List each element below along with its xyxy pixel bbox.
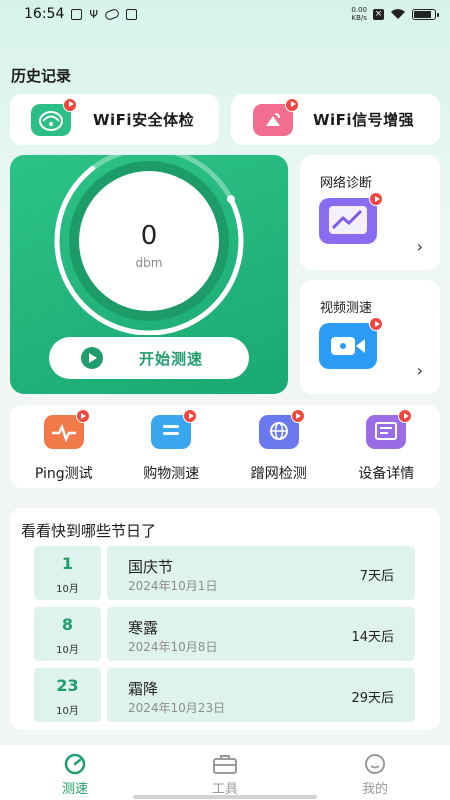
gauge-dot xyxy=(226,195,235,204)
gauge-value: 0 xyxy=(140,221,158,251)
holiday-date-box: 8 10月 xyxy=(34,607,101,661)
holiday-month: 10月 xyxy=(56,645,79,656)
tool-label: 设备详情 xyxy=(358,466,415,482)
holiday-info-box: 国庆节 2024年10月1日 7天后 xyxy=(107,546,415,600)
device-info-icon xyxy=(366,409,413,449)
video-camera-icon xyxy=(319,317,383,369)
holiday-month: 10月 xyxy=(56,584,79,595)
home-indicator xyxy=(133,795,317,799)
network-speed: 0.00 KB/s xyxy=(351,6,367,22)
chevron-right-icon: › xyxy=(416,237,423,256)
nav-label: 测速 xyxy=(61,782,88,797)
network-speed-value: 0.00 xyxy=(351,6,367,14)
play-badge-icon xyxy=(369,317,383,331)
nav-tab-tools[interactable]: 工具 xyxy=(150,745,300,800)
holiday-date-box: 1 10月 xyxy=(34,546,101,600)
chevron-right-icon: › xyxy=(416,361,423,380)
play-icon xyxy=(81,347,103,369)
gauge-unit: dbm xyxy=(135,256,163,270)
holiday-info-box: 霜降 2024年10月23日 29天后 xyxy=(107,668,415,722)
holiday-day: 1 xyxy=(61,554,74,573)
tool-wifi-leech-detect[interactable]: 蹭网检测 xyxy=(225,405,333,488)
history-title: 历史记录 xyxy=(11,67,72,85)
usb-icon: Ψ xyxy=(89,7,99,21)
shield-globe-icon xyxy=(258,409,305,449)
network-speed-unit: KB/s xyxy=(351,14,367,22)
holiday-date: 2024年10月8日 xyxy=(128,640,218,654)
network-diagnosis-title: 网络诊断 xyxy=(320,176,373,191)
play-badge-icon xyxy=(183,409,198,423)
signal-boost-icon xyxy=(253,97,299,136)
tool-label: Ping测试 xyxy=(34,466,93,482)
battery-icon xyxy=(412,8,439,20)
network-diagnosis-card[interactable]: 网络诊断 › xyxy=(300,155,440,270)
video-camera-icon-glyph xyxy=(331,337,365,355)
status-bar: 16:54 Ψ 0.00 KB/s × xyxy=(0,0,450,28)
mail-icon xyxy=(126,8,138,20)
nav-tab-mine[interactable]: 我的 xyxy=(300,745,450,800)
holiday-row[interactable]: 8 10月 寒露 2024年10月8日 14天后 xyxy=(34,607,415,661)
no-sim-icon: × xyxy=(373,8,384,20)
holiday-card: 看看快到哪些节日了 1 10月 国庆节 2024年10月1日 7天后 8 10月… xyxy=(10,508,440,730)
holiday-name: 霜降 xyxy=(128,680,159,698)
tool-device-details[interactable]: 设备详情 xyxy=(333,405,441,488)
holiday-remaining: 29天后 xyxy=(351,691,394,706)
history-item-label: WiFi安全体检 xyxy=(93,111,195,129)
holiday-month: 10月 xyxy=(56,706,79,717)
holiday-title: 看看快到哪些节日了 xyxy=(21,522,157,540)
speed-test-panel: 0 dbm 开始测速 xyxy=(10,155,288,394)
start-test-label: 开始测速 xyxy=(139,349,204,368)
wifi-icon xyxy=(391,9,405,19)
holiday-info-box: 寒露 2024年10月8日 14天后 xyxy=(107,607,415,661)
play-badge-icon xyxy=(75,409,90,423)
bottom-nav: 测速 工具 我的 xyxy=(0,744,450,800)
profile-smile-icon xyxy=(365,754,385,774)
sync-icon xyxy=(103,7,121,21)
holiday-day: 23 xyxy=(56,676,79,695)
holiday-name: 国庆节 xyxy=(128,558,174,576)
tool-ping-test[interactable]: Ping测试 xyxy=(10,405,118,488)
history-item-label: WiFi信号增强 xyxy=(313,111,415,129)
cart-icon xyxy=(151,409,198,449)
holiday-remaining: 7天后 xyxy=(359,569,394,584)
holiday-date: 2024年10月23日 xyxy=(128,701,226,715)
wifi-shield-icon xyxy=(31,97,77,136)
holiday-row[interactable]: 23 10月 霜降 2024年10月23日 29天后 xyxy=(34,668,415,722)
chart-trend-icon xyxy=(319,192,383,244)
play-badge-icon xyxy=(285,97,299,112)
pulse-icon xyxy=(43,409,90,449)
notification-icon xyxy=(71,8,83,20)
nav-tab-speed-test[interactable]: 测速 xyxy=(0,745,150,800)
speedometer-icon xyxy=(64,753,86,775)
tools-card: Ping测试 购物测速 蹭网检测 设备详情 xyxy=(10,405,440,488)
video-speed-card[interactable]: 视频测速 › xyxy=(300,280,440,394)
holiday-date: 2024年10月1日 xyxy=(128,579,218,593)
tool-label: 购物测速 xyxy=(143,466,200,482)
play-badge-icon xyxy=(290,409,305,423)
tool-shopping-speed[interactable]: 购物测速 xyxy=(118,405,226,488)
tool-label: 蹭网检测 xyxy=(250,466,307,482)
holiday-name: 寒露 xyxy=(128,619,159,637)
holiday-date-box: 23 10月 xyxy=(34,668,101,722)
nav-label: 我的 xyxy=(361,782,388,797)
start-test-button[interactable]: 开始测速 xyxy=(49,337,249,379)
history-item-wifi-boost[interactable]: WiFi信号增强 xyxy=(231,94,440,145)
holiday-remaining: 14天后 xyxy=(351,630,394,645)
play-badge-icon xyxy=(63,97,77,112)
history-item-wifi-security[interactable]: WiFi安全体检 xyxy=(10,94,219,145)
status-time: 16:54 xyxy=(24,6,65,22)
status-left: 16:54 Ψ xyxy=(24,6,138,22)
video-speed-title: 视频测速 xyxy=(320,301,373,316)
play-badge-icon xyxy=(369,192,383,206)
status-right: 0.00 KB/s × xyxy=(351,6,439,22)
toolbox-icon xyxy=(213,755,237,774)
holiday-day: 8 xyxy=(61,615,74,634)
battery-level xyxy=(414,10,432,18)
holiday-row[interactable]: 1 10月 国庆节 2024年10月1日 7天后 xyxy=(34,546,415,600)
play-badge-icon xyxy=(398,409,413,423)
chart-trend-icon-glyph xyxy=(329,206,367,234)
